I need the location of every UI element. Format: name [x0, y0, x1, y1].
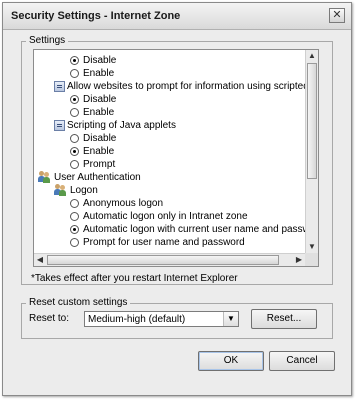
- reset-group-label: Reset custom settings: [26, 297, 131, 308]
- settings-list[interactable]: Disable Enable Allow websites to prompt fo…: [33, 49, 319, 267]
- close-icon: ✕: [332, 9, 342, 21]
- row-label: User Authentication: [54, 172, 141, 183]
- radio-button[interactable]: [70, 238, 79, 247]
- title-bar[interactable]: Security Settings - Internet Zone ✕: [3, 3, 351, 30]
- window-title: Security Settings - Internet Zone: [11, 10, 181, 22]
- radio-button[interactable]: [70, 160, 79, 169]
- restart-note: *Takes effect after you restart Internet…: [31, 273, 238, 284]
- row-label: Logon: [70, 185, 98, 196]
- row-label: Prompt for user name and password: [83, 237, 245, 248]
- radio-button-checked[interactable]: [70, 225, 79, 234]
- radio-button[interactable]: [70, 108, 79, 117]
- settings-icon: [54, 120, 65, 131]
- security-settings-dialog: Security Settings - Internet Zone ✕ Sett…: [2, 2, 352, 396]
- row-label: Enable: [83, 68, 115, 79]
- row-label: Enable: [83, 107, 115, 118]
- row-label: Automatic logon only in Intranet zone: [83, 211, 248, 222]
- scroll-left-icon[interactable]: ◀: [34, 254, 46, 266]
- row-label: Automatic logon with current user name a…: [83, 224, 306, 235]
- radio-button[interactable]: [70, 199, 79, 208]
- row-label: Anonymous logon: [83, 198, 164, 209]
- row-label: Disable: [83, 55, 117, 66]
- ok-button[interactable]: OK: [198, 351, 264, 371]
- radio-button-checked[interactable]: [70, 95, 79, 104]
- dropdown-arrow-icon[interactable]: ▼: [223, 312, 238, 326]
- reset-to-label: Reset to:: [29, 313, 70, 324]
- users-icon: [38, 171, 51, 183]
- scrollbar-corner: [305, 253, 318, 266]
- close-button[interactable]: ✕: [329, 8, 345, 23]
- radio-button-checked[interactable]: [70, 56, 79, 65]
- row-label: Prompt: [83, 159, 116, 170]
- reset-level-select[interactable]: Medium-high (default) ▼: [84, 311, 239, 327]
- row-label: Allow websites to prompt for information…: [67, 81, 306, 92]
- radio-button[interactable]: [70, 69, 79, 78]
- settings-group-label: Settings: [26, 35, 69, 46]
- row-label: Disable: [83, 133, 117, 144]
- scroll-up-icon[interactable]: ▲: [306, 50, 318, 62]
- radio-button[interactable]: [70, 134, 79, 143]
- vertical-scroll-thumb[interactable]: [307, 63, 317, 179]
- row-label: Disable: [83, 94, 117, 105]
- row-label: Enable: [83, 146, 115, 157]
- horizontal-scroll-thumb[interactable]: [47, 255, 279, 265]
- users-icon: [54, 184, 67, 196]
- cancel-button[interactable]: Cancel: [269, 351, 335, 371]
- vertical-scrollbar[interactable]: ▲ ▼: [305, 50, 318, 254]
- scroll-down-icon[interactable]: ▼: [306, 241, 318, 253]
- settings-list-content: Disable Enable Allow websites to prompt fo…: [34, 50, 306, 254]
- horizontal-scrollbar[interactable]: ◀ ▶: [34, 253, 306, 266]
- reset-level-value: Medium-high (default): [88, 314, 186, 325]
- radio-button[interactable]: [70, 212, 79, 221]
- radio-button-checked[interactable]: [70, 147, 79, 156]
- row-label: Scripting of Java applets: [67, 120, 176, 131]
- reset-button[interactable]: Reset...: [251, 309, 317, 329]
- settings-icon: [54, 81, 65, 92]
- scroll-right-icon[interactable]: ▶: [293, 254, 305, 266]
